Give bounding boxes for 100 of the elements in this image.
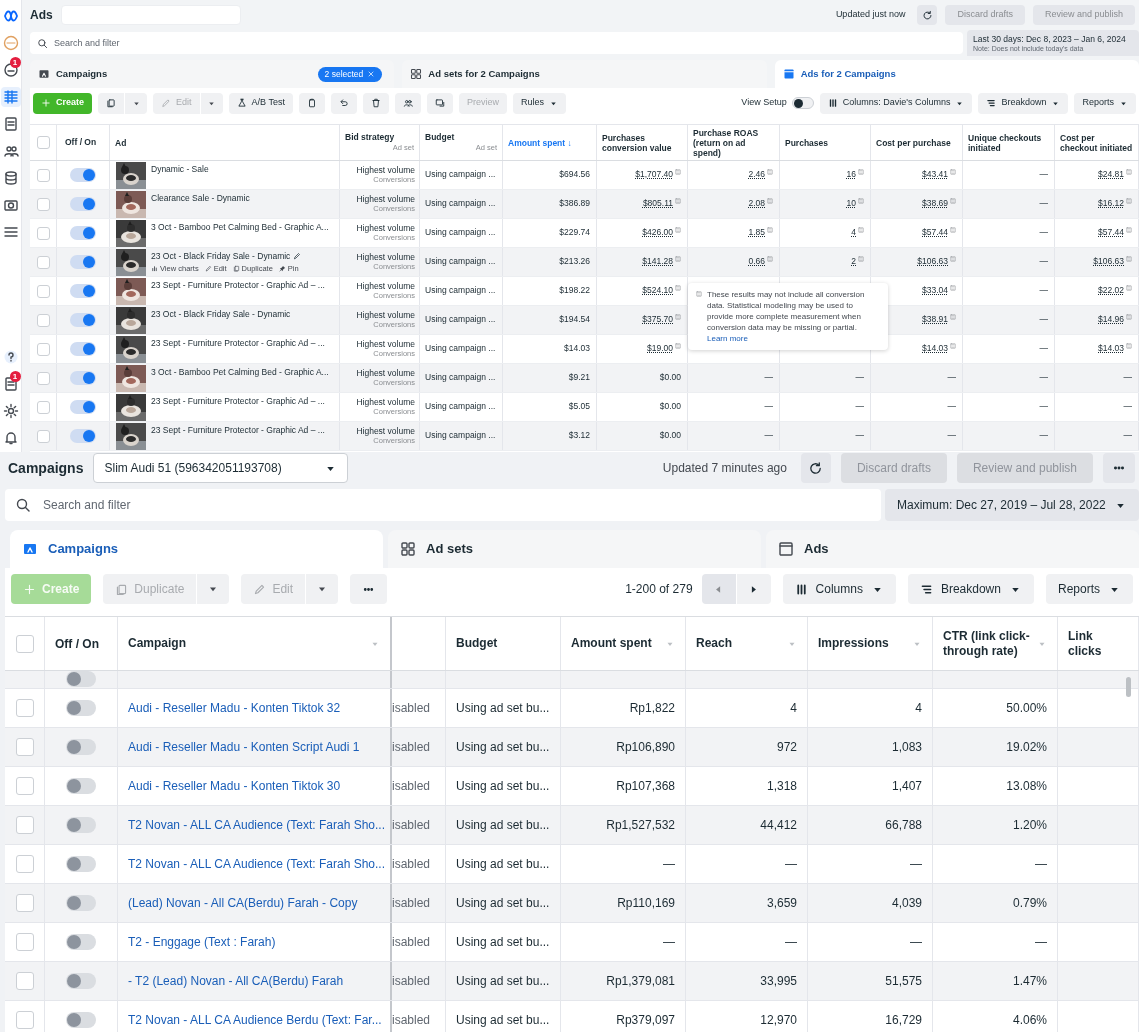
- campaign-link[interactable]: - T2 (Lead) Novan - All CA(Berdu) Farah: [128, 972, 344, 990]
- column-header[interactable]: Off / On: [55, 634, 99, 653]
- search-field[interactable]: Search and filter: [5, 489, 881, 521]
- toggle-switch[interactable]: [70, 168, 96, 182]
- toggle-switch[interactable]: [66, 671, 96, 687]
- column-header[interactable]: CTR (link click-through rate): [943, 628, 1037, 659]
- toggle-switch[interactable]: [70, 371, 96, 385]
- ad-name[interactable]: Dynamic - Sale: [151, 164, 209, 174]
- table-row[interactable]: T2 Novan - ALL CA Audience (Text: Farah Sho... isabled Using ad set bu... Rp1,527,532 44,412 66,788 1.20%: [5, 806, 1139, 845]
- scrollbar-thumb[interactable]: [1126, 677, 1131, 697]
- column-header[interactable]: Impressions: [818, 636, 889, 651]
- checkbox[interactable]: [15, 933, 34, 951]
- toggle-switch[interactable]: [70, 197, 96, 211]
- checkbox[interactable]: [15, 816, 34, 834]
- column-header[interactable]: Purchases: [785, 137, 865, 148]
- ad-name[interactable]: 3 Oct - Bamboo Pet Calming Bed - Graphic A...: [151, 367, 329, 377]
- campaign-link[interactable]: Audi - Reseller Madu - Konten Tiktok 32: [128, 699, 341, 717]
- rules-button[interactable]: Rules: [512, 92, 566, 114]
- column-header[interactable]: Budget: [425, 131, 497, 142]
- date-range-button[interactable]: Maximum: Dec 27, 2019 – Jul 28, 2022: [885, 489, 1139, 521]
- campaign-link[interactable]: Audi - Reseller Madu - Konten Script Audi 1: [128, 738, 360, 756]
- dropdown-button[interactable]: [200, 92, 223, 114]
- abtest-button[interactable]: A/B Test: [228, 92, 293, 114]
- column-header[interactable]: Purchase ROAS (return on ad spend): [693, 127, 774, 158]
- column-header[interactable]: Reach: [696, 636, 733, 651]
- toggle-switch[interactable]: [70, 342, 96, 356]
- toggle-switch[interactable]: [70, 255, 96, 269]
- toggle-switch[interactable]: [66, 700, 96, 716]
- ad-name[interactable]: 3 Oct - Bamboo Pet Calming Bed - Graphic A...: [151, 222, 329, 232]
- ad-name[interactable]: 23 Sept - Furniture Protector - Graphic Ad – ...: [151, 280, 325, 290]
- toggle-switch[interactable]: [66, 973, 96, 989]
- column-header[interactable]: Ad: [115, 137, 334, 148]
- undo-button[interactable]: [330, 92, 357, 114]
- checkbox[interactable]: [15, 777, 34, 795]
- toggle-switch[interactable]: [70, 226, 96, 240]
- toggle-switch[interactable]: [70, 313, 96, 327]
- checkbox[interactable]: [15, 634, 34, 653]
- campaign-link[interactable]: Audi - Reseller Madu - Konten Tiktok 30: [128, 777, 341, 795]
- column-header[interactable]: Off / On: [65, 136, 97, 149]
- checkbox[interactable]: [36, 255, 50, 269]
- toggle-switch[interactable]: [70, 284, 96, 298]
- menu-button[interactable]: Reports: [1045, 574, 1133, 604]
- column-header[interactable]: Budget: [456, 636, 498, 651]
- campaign-link[interactable]: (Lead) Novan - All CA(Berdu) Farah - Copy: [128, 894, 358, 912]
- checkbox[interactable]: [36, 226, 50, 240]
- ad-name[interactable]: 23 Oct - Black Friday Sale - Dynamic: [151, 309, 291, 319]
- toggle-switch[interactable]: [70, 400, 96, 414]
- selection-chip[interactable]: 2 selected: [317, 66, 383, 82]
- tab[interactable]: Ads for 2 Campaigns: [774, 60, 1139, 88]
- toggle-switch[interactable]: [66, 817, 96, 833]
- menu-button[interactable]: Breakdown: [978, 92, 1069, 114]
- checkbox[interactable]: [36, 168, 50, 182]
- ad-name[interactable]: 23 Sept - Furniture Protector - Graphic Ad – ...: [151, 338, 325, 348]
- export-button[interactable]: [426, 92, 453, 114]
- campaign-link[interactable]: T2 Novan - ALL CA Audience Berdu (Text: Far...: [128, 1011, 382, 1029]
- search-field[interactable]: Search and filter: [30, 32, 963, 54]
- column-header[interactable]: Unique checkouts initiated: [968, 132, 1049, 153]
- ad-name[interactable]: 23 Sept - Furniture Protector - Graphic Ad – ...: [151, 425, 325, 435]
- clipboard-button[interactable]: [298, 92, 325, 114]
- checkbox[interactable]: [15, 699, 34, 717]
- toggle-switch[interactable]: [66, 778, 96, 794]
- nav-item[interactable]: [0, 87, 21, 107]
- menu-button[interactable]: Breakdown: [907, 574, 1034, 604]
- checkbox[interactable]: [36, 136, 50, 149]
- account-dropdown[interactable]: Slim Audi 51 (596342051193708): [93, 453, 349, 483]
- ad-name[interactable]: 23 Oct - Black Friday Sale - Dynamic: [151, 251, 291, 261]
- ad-name[interactable]: Clearance Sale - Dynamic: [151, 193, 250, 203]
- checkbox[interactable]: [15, 738, 34, 756]
- duplicate-button[interactable]: [98, 92, 124, 114]
- checkbox[interactable]: [36, 313, 50, 327]
- column-header[interactable]: Amount spent: [571, 636, 652, 651]
- menu-button[interactable]: Reports: [1074, 92, 1136, 114]
- checkbox[interactable]: [36, 400, 50, 414]
- menu-button[interactable]: Columns: [782, 574, 896, 604]
- checkbox[interactable]: [36, 429, 50, 443]
- checkbox[interactable]: [36, 342, 50, 356]
- column-header[interactable]: Campaign: [128, 636, 186, 651]
- toggle-switch[interactable]: [66, 856, 96, 872]
- more-button[interactable]: [350, 574, 388, 604]
- refresh-button[interactable]: [917, 5, 938, 25]
- column-header[interactable]: Bid strategy: [345, 131, 414, 142]
- checkbox[interactable]: [15, 972, 34, 990]
- table-row[interactable]: - T2 (Lead) Novan - All CA(Berdu) Farah isabled Using ad set bu... Rp1,379,081 33,995 51,575 1.47%: [5, 962, 1139, 1001]
- refresh-button[interactable]: [800, 453, 831, 483]
- column-header[interactable]: Cost per purchase: [876, 137, 957, 148]
- campaign-link[interactable]: T2 - Enggage (Text : Farah): [128, 933, 276, 951]
- tab[interactable]: Ad sets: [388, 530, 761, 568]
- ad-name[interactable]: 23 Sept - Furniture Protector - Graphic Ad – ...: [151, 396, 325, 406]
- learn-more-link[interactable]: Learn more: [707, 334, 748, 343]
- toggle-switch[interactable]: [70, 429, 96, 443]
- checkbox[interactable]: [36, 284, 50, 298]
- checkbox[interactable]: [36, 371, 50, 385]
- checkbox[interactable]: [15, 855, 34, 873]
- tab[interactable]: Campaigns: [10, 530, 383, 568]
- delete-button[interactable]: [362, 92, 389, 114]
- toggle-switch[interactable]: [66, 739, 96, 755]
- column-header[interactable]: Cost per checkout initiated: [1060, 132, 1133, 153]
- toggle-switch[interactable]: [66, 934, 96, 950]
- column-header[interactable]: Link clicks: [1068, 628, 1128, 659]
- campaign-link[interactable]: T2 Novan - ALL CA Audience (Text: Farah Sho...: [128, 816, 386, 834]
